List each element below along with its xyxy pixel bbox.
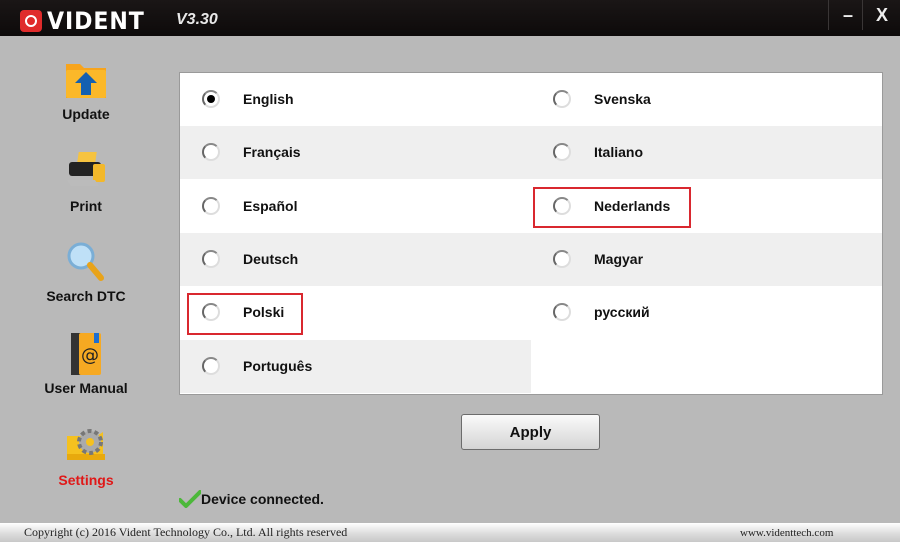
sidebar-label: Update [62, 106, 110, 122]
svg-text:@: @ [81, 345, 99, 366]
language-label: English [243, 91, 294, 107]
radio-selected-icon[interactable] [202, 90, 220, 108]
apply-button[interactable]: Apply [461, 414, 600, 450]
footer: Copyright (c) 2016 Vident Technology Co.… [0, 523, 900, 542]
printer-icon [63, 150, 109, 194]
check-icon [179, 490, 201, 508]
sidebar-item-update[interactable]: Update [30, 58, 142, 122]
sidebar-item-search-dtc[interactable]: Search DTC [30, 240, 142, 304]
radio-icon[interactable] [202, 143, 220, 161]
language-label: Italiano [594, 144, 644, 160]
status-text: Device connected. [201, 491, 324, 507]
highlight-box-nederlands [533, 187, 691, 228]
sidebar-item-user-manual[interactable]: @ User Manual [30, 332, 142, 396]
vident-logo-icon [20, 10, 42, 32]
language-label: Deutsch [243, 251, 299, 267]
language-option-english[interactable]: English [180, 73, 531, 126]
radio-icon[interactable] [202, 357, 220, 375]
language-option-italiano[interactable]: Italiano [531, 126, 882, 179]
language-option-espanol[interactable]: Español [180, 180, 531, 233]
connection-status: Device connected. [179, 490, 324, 508]
radio-icon[interactable] [553, 303, 571, 321]
language-label: Português [243, 358, 313, 374]
language-option-portugues[interactable]: Português [180, 340, 531, 393]
radio-icon[interactable] [202, 197, 220, 215]
sidebar-label: Print [70, 198, 102, 214]
radio-icon[interactable] [553, 90, 571, 108]
language-list: English Français Español Deutsch Polski … [179, 72, 883, 395]
website-link[interactable]: www.videnttech.com [740, 527, 833, 539]
close-button[interactable]: X [862, 0, 900, 30]
language-option-magyar[interactable]: Magyar [531, 233, 882, 286]
copyright-text: Copyright (c) 2016 Vident Technology Co.… [24, 525, 348, 539]
language-label: Svenska [594, 91, 651, 107]
language-label: русский [594, 304, 650, 320]
sidebar-label: Settings [58, 472, 114, 488]
magnifier-icon [63, 240, 109, 284]
language-label: Français [243, 144, 301, 160]
radio-icon[interactable] [553, 143, 571, 161]
language-label: Magyar [594, 251, 644, 267]
gear-icon [63, 424, 109, 468]
radio-icon[interactable] [202, 250, 220, 268]
sidebar-item-print[interactable]: Print [30, 150, 142, 214]
radio-icon[interactable] [553, 250, 571, 268]
sidebar-label: User Manual [44, 380, 128, 396]
language-option-svenska[interactable]: Svenska [531, 73, 882, 126]
folder-upload-icon [63, 58, 109, 102]
title-bar: VIDENT V3.30 – X [0, 0, 900, 36]
language-option-russian[interactable]: русский [531, 286, 882, 339]
brand-name: VIDENT [47, 7, 145, 35]
address-book-icon: @ [63, 332, 109, 376]
vident-logo: VIDENT [20, 7, 153, 35]
sidebar-item-settings[interactable]: Settings [30, 424, 142, 488]
version-label: V3.30 [176, 11, 218, 28]
sidebar-label: Search DTC [46, 288, 126, 304]
highlight-box-polski [187, 293, 303, 335]
language-label: Español [243, 198, 298, 214]
